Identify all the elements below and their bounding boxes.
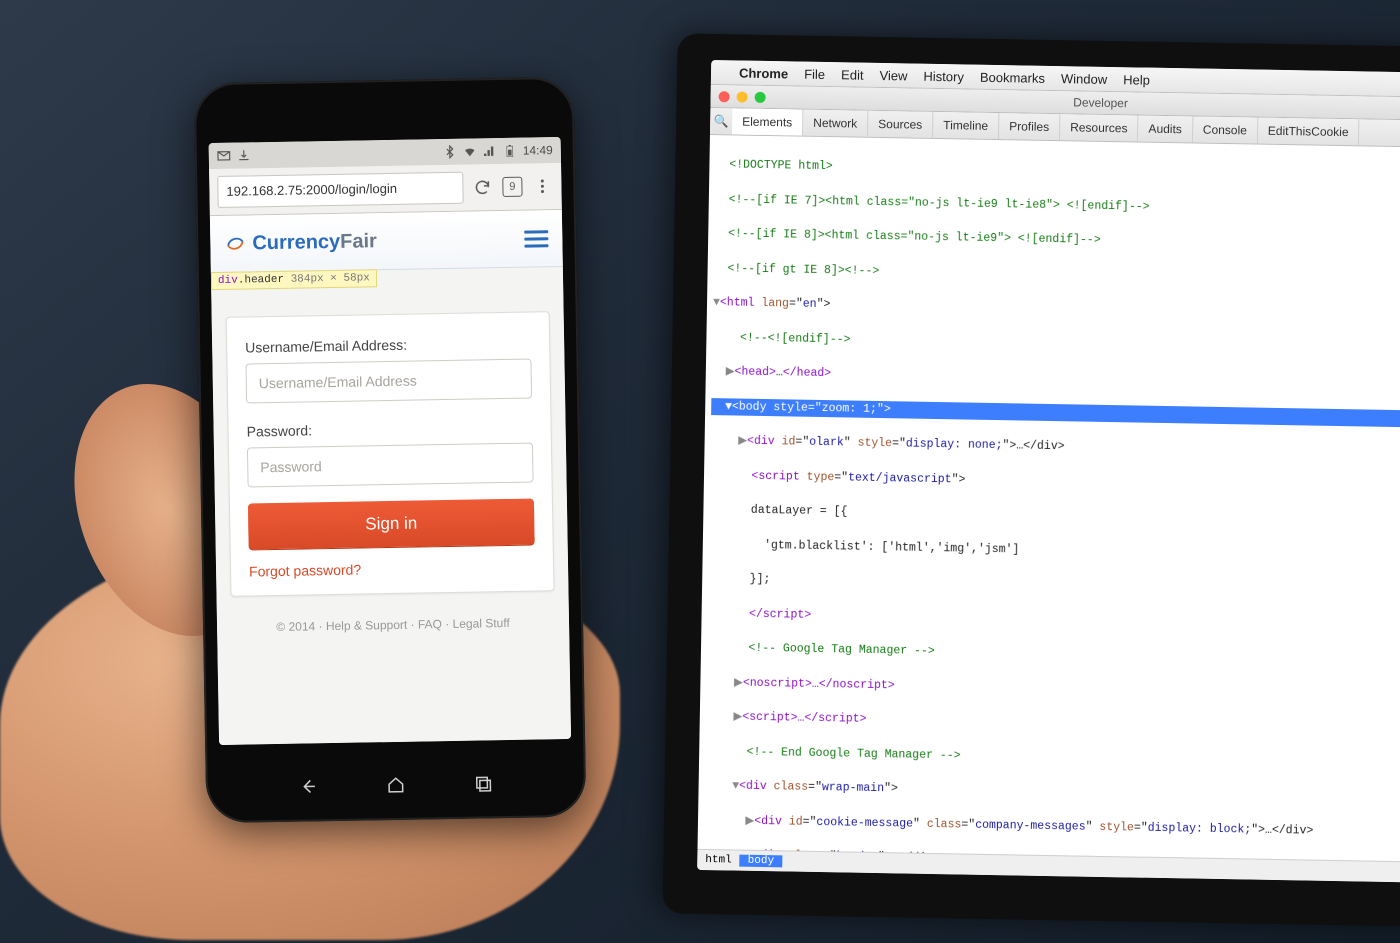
site-header: CurrencyFair xyxy=(210,210,563,273)
brand-logo[interactable]: CurrencyFair xyxy=(224,230,377,256)
menu-history[interactable]: History xyxy=(923,68,964,84)
page-content: CurrencyFair div.header 384px × 58px Use… xyxy=(210,210,571,745)
phone-device: 14:49 192.168.2.75:2000/login/login 9 Cu… xyxy=(194,77,587,824)
bluetooth-icon xyxy=(443,145,457,159)
tab-network[interactable]: Network xyxy=(803,110,868,137)
reload-icon[interactable] xyxy=(471,176,493,198)
menu-icon[interactable] xyxy=(531,175,553,197)
menu-window[interactable]: Window xyxy=(1061,71,1108,87)
home-icon[interactable] xyxy=(379,776,413,795)
devtools-hover-tooltip: div.header 384px × 58px xyxy=(211,269,377,290)
phone-screen: 14:49 192.168.2.75:2000/login/login 9 Cu… xyxy=(209,137,571,745)
menu-app-name[interactable]: Chrome xyxy=(739,65,788,81)
menu-help[interactable]: Help xyxy=(1123,72,1150,87)
tabs-button[interactable]: 9 xyxy=(501,176,523,198)
traffic-light-close-icon[interactable] xyxy=(719,91,730,102)
laptop-device: Chrome File Edit View History Bookmarks … xyxy=(662,33,1400,926)
tab-elements[interactable]: Elements xyxy=(732,108,803,135)
laptop-screen: Chrome File Edit View History Bookmarks … xyxy=(697,60,1400,883)
browser-address-bar: 192.168.2.75:2000/login/login 9 xyxy=(209,163,562,216)
status-time: 14:49 xyxy=(523,143,553,158)
password-label: Password: xyxy=(247,419,533,440)
tab-audits[interactable]: Audits xyxy=(1138,115,1193,142)
photo-scene: 14:49 192.168.2.75:2000/login/login 9 Cu… xyxy=(0,0,1400,943)
tab-resources[interactable]: Resources xyxy=(1060,114,1139,141)
hamburger-menu-icon[interactable] xyxy=(524,230,548,247)
dom-tree[interactable]: <!DOCTYPE html> <!--[if IE 7]><html clas… xyxy=(698,135,1400,862)
username-label: Username/Email Address: xyxy=(245,335,531,356)
crumb-body[interactable]: body xyxy=(740,855,783,868)
search-icon[interactable]: 🔍 xyxy=(710,114,732,128)
forgot-password-link[interactable]: Forgot password? xyxy=(249,562,361,580)
back-icon[interactable] xyxy=(292,777,326,796)
tab-timeline[interactable]: Timeline xyxy=(933,112,999,139)
brand-swirl-icon xyxy=(224,232,246,254)
menu-view[interactable]: View xyxy=(879,67,907,82)
page-footer: © 2014 · Help & Support · FAQ · Legal St… xyxy=(217,615,569,635)
battery-icon xyxy=(503,144,517,158)
url-field[interactable]: 192.168.2.75:2000/login/login xyxy=(217,172,464,208)
wifi-icon xyxy=(463,144,477,158)
signin-button[interactable]: Sign in xyxy=(248,498,535,549)
login-card: Username/Email Address: Password: Sign i… xyxy=(226,311,555,597)
menu-file[interactable]: File xyxy=(804,66,825,81)
tab-console[interactable]: Console xyxy=(1193,116,1258,143)
android-nav-bar xyxy=(206,773,586,798)
signal-icon xyxy=(483,144,497,158)
menu-bookmarks[interactable]: Bookmarks xyxy=(980,69,1045,85)
traffic-light-max-icon[interactable] xyxy=(755,91,766,102)
crumb-html[interactable]: html xyxy=(697,854,740,867)
recents-icon[interactable] xyxy=(465,774,499,793)
tab-profiles[interactable]: Profiles xyxy=(999,113,1060,140)
password-input[interactable] xyxy=(247,443,534,488)
tab-editthiscookie[interactable]: EditThisCookie xyxy=(1258,118,1360,146)
username-input[interactable] xyxy=(245,359,532,404)
menu-edit[interactable]: Edit xyxy=(841,67,864,82)
download-icon xyxy=(237,148,251,162)
mail-icon xyxy=(217,149,231,163)
tab-sources[interactable]: Sources xyxy=(868,111,933,138)
traffic-light-min-icon[interactable] xyxy=(737,91,748,102)
